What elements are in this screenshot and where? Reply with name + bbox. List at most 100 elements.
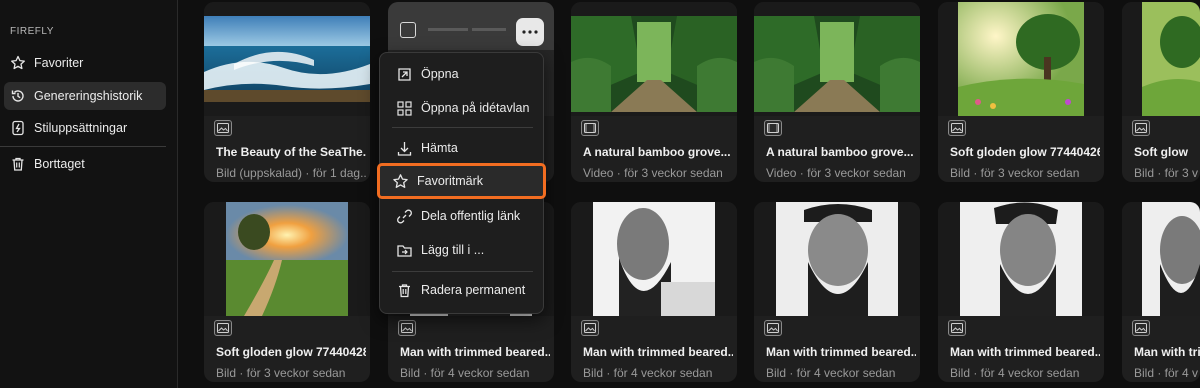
- history-card[interactable]: Man with trimmed beared... Bild · för 4 …: [754, 202, 920, 382]
- card-meta: Bild · för 4 veckor sedan: [400, 366, 530, 380]
- image-type-icon: [398, 320, 416, 336]
- menu-item-label: Hämta: [421, 141, 458, 155]
- video-type-icon: [764, 120, 782, 136]
- history-card[interactable]: Man with trimmed beared... Bild · för 4 …: [571, 202, 737, 382]
- context-menu: Öppna Öppna på idétavlan Hämta Favoritmä…: [377, 52, 546, 314]
- image-type-icon: [581, 320, 599, 336]
- image-type-icon: [1132, 320, 1150, 336]
- menu-item-label: Öppna på idétavlan: [421, 101, 530, 115]
- star-icon: [393, 173, 408, 188]
- card-title: Soft gloden glow 77440426...: [950, 145, 1100, 159]
- menu-divider: [392, 271, 533, 272]
- menu-item-favorite[interactable]: Favoritmärk: [377, 163, 546, 199]
- star-icon: [11, 55, 25, 70]
- history-icon: [11, 90, 24, 102]
- board-icon: [397, 100, 412, 116]
- card-thumbnail[interactable]: [204, 202, 370, 316]
- history-card[interactable]: Soft glow Bild · för 3 v: [1122, 2, 1200, 182]
- download-icon: [397, 141, 412, 156]
- card-meta: Bild · för 3 veckor sedan: [950, 166, 1080, 180]
- sidebar-item-label: Favoriter: [34, 56, 84, 70]
- sidebar-divider: [0, 146, 166, 147]
- sidebar-item-history[interactable]: Genereringshistorik: [4, 82, 166, 110]
- style-kit-icon: [12, 120, 24, 136]
- meadow-tree-image: [1122, 2, 1200, 116]
- menu-item-label: Radera permanent: [421, 283, 526, 297]
- placeholder-line: [428, 28, 468, 31]
- card-thumbnail[interactable]: [204, 2, 370, 116]
- card-thumbnail[interactable]: [1122, 2, 1200, 116]
- menu-item-share-link[interactable]: Dela offentlig länk: [384, 201, 541, 231]
- open-external-icon: [398, 67, 411, 81]
- card-hover-bar: [388, 2, 554, 50]
- placeholder-line: [472, 28, 506, 31]
- meadow-tree-image: [938, 2, 1104, 116]
- sea-waves-image: [204, 2, 370, 116]
- history-card[interactable]: Soft gloden glow 77440428... Bild · för …: [204, 202, 370, 382]
- menu-item-label: Öppna: [421, 67, 459, 81]
- menu-item-add-to[interactable]: Lägg till i ...: [384, 235, 541, 265]
- card-thumbnail[interactable]: [1122, 202, 1200, 316]
- card-thumbnail[interactable]: [571, 2, 737, 116]
- sidebar-item-style-kits[interactable]: Stiluppsättningar: [4, 114, 166, 142]
- card-title: Man with trim: [1134, 345, 1200, 359]
- card-title: Man with trimmed beared...: [400, 345, 550, 359]
- sidebar-item-label: Borttaget: [34, 157, 85, 171]
- history-card[interactable]: A natural bamboo grove... Video · för 3 …: [754, 2, 920, 182]
- card-meta: Bild · för 4 veckor sedan: [766, 366, 896, 380]
- image-type-icon: [214, 320, 232, 336]
- link-icon: [397, 209, 412, 223]
- menu-item-open-board[interactable]: Öppna på idétavlan: [384, 93, 541, 123]
- card-title: A natural bamboo grove...: [583, 145, 731, 159]
- menu-divider: [392, 127, 533, 128]
- card-thumbnail[interactable]: [938, 202, 1104, 316]
- bearded-man-image: [571, 202, 737, 316]
- card-thumbnail[interactable]: [754, 202, 920, 316]
- bearded-man-image: [754, 202, 920, 316]
- trash-icon: [12, 157, 24, 171]
- card-meta: Bild · för 3 v: [1134, 166, 1199, 180]
- image-type-icon: [764, 320, 782, 336]
- card-title: Man with trimmed beared...: [583, 345, 733, 359]
- menu-item-delete-permanently[interactable]: Radera permanent: [384, 275, 541, 305]
- select-checkbox[interactable]: [400, 22, 416, 38]
- image-type-icon: [1132, 120, 1150, 136]
- card-title: The Beauty of the SeaThe...: [216, 145, 366, 159]
- image-type-icon: [948, 320, 966, 336]
- sidebar: FIREFLY Favoriter Genereringshistorik St…: [0, 0, 178, 388]
- bearded-man-image: [1122, 202, 1200, 316]
- card-title: A natural bamboo grove...: [766, 145, 914, 159]
- video-type-icon: [581, 120, 599, 136]
- sunset-path-image: [204, 202, 370, 316]
- sidebar-item-deleted[interactable]: Borttaget: [4, 150, 166, 178]
- sidebar-item-label: Genereringshistorik: [34, 89, 143, 103]
- card-thumbnail[interactable]: [938, 2, 1104, 116]
- add-to-folder-icon: [397, 244, 412, 257]
- more-icon: [522, 30, 538, 34]
- menu-item-download[interactable]: Hämta: [384, 133, 541, 163]
- card-title: Man with trimmed beared...: [766, 345, 916, 359]
- card-meta: Video · för 3 veckor sedan: [766, 166, 906, 180]
- card-thumbnail[interactable]: [754, 2, 920, 116]
- history-card[interactable]: Soft gloden glow 77440426... Bild · för …: [938, 2, 1104, 182]
- card-meta: Bild · för 4 veckor sedan: [583, 366, 713, 380]
- history-card[interactable]: Man with trim Bild · för 4 v: [1122, 202, 1200, 382]
- image-type-icon: [948, 120, 966, 136]
- card-meta: Bild · för 4 v: [1134, 366, 1199, 380]
- history-card[interactable]: Man with trimmed beared... Bild · för 4 …: [938, 202, 1104, 382]
- card-title: Soft glow: [1134, 145, 1188, 159]
- card-title: Soft gloden glow 77440428...: [216, 345, 366, 359]
- sidebar-item-favorites[interactable]: Favoriter: [4, 49, 166, 77]
- sidebar-item-label: Stiluppsättningar: [34, 121, 128, 135]
- history-card[interactable]: The Beauty of the SeaThe... Bild (uppska…: [204, 2, 370, 182]
- menu-item-label: Favoritmärk: [417, 174, 483, 188]
- card-meta: Video · för 3 veckor sedan: [583, 166, 723, 180]
- card-thumbnail[interactable]: [571, 202, 737, 316]
- card-meta: Bild · för 4 veckor sedan: [950, 366, 1080, 380]
- bearded-man-image: [938, 202, 1104, 316]
- more-options-button[interactable]: [516, 18, 544, 46]
- card-meta: Bild (uppskalad) · för 1 dag...: [216, 166, 366, 180]
- sidebar-section-label: FIREFLY: [10, 26, 54, 37]
- history-card[interactable]: A natural bamboo grove... Video · för 3 …: [571, 2, 737, 182]
- menu-item-open[interactable]: Öppna: [384, 59, 541, 89]
